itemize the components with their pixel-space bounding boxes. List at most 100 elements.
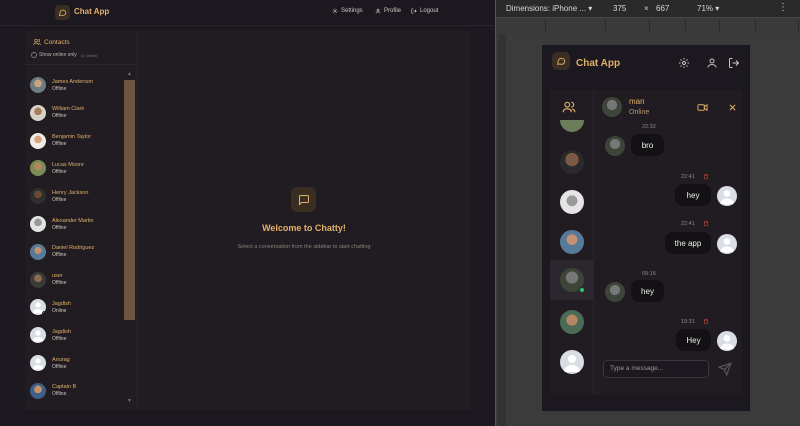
avatar <box>30 216 46 232</box>
users-icon <box>33 39 41 46</box>
message-time: 22:41 <box>681 221 695 227</box>
chat-partner-avatar[interactable] <box>602 97 622 117</box>
message-bubble[interactable]: the app <box>665 232 711 254</box>
online-indicator <box>579 287 585 293</box>
avatar <box>30 382 46 399</box>
avatar[interactable] <box>560 190 584 214</box>
contacts-header: Contacts <box>33 38 70 46</box>
send-icon[interactable] <box>718 362 732 376</box>
online-count: (1 online) <box>80 52 98 58</box>
contact-name: Captain B <box>52 384 77 391</box>
swap-dimensions-icon[interactable]: × <box>644 4 649 13</box>
avatar[interactable] <box>560 310 584 334</box>
contact-item[interactable]: Anurag Offline <box>29 351 123 375</box>
avatar <box>30 160 46 177</box>
top-navbar: Chat App Settings Profile Logout <box>0 0 493 26</box>
contact-name: Jagdish <box>52 328 71 335</box>
chat-container: Contacts Show online only (1 online) Jam… <box>25 30 471 410</box>
logout-icon <box>411 8 417 14</box>
profile-link[interactable]: Profile <box>375 8 401 14</box>
logout-label: Logout <box>420 8 439 14</box>
message-time: 09:16 <box>642 271 656 277</box>
chat-logo-icon[interactable] <box>55 5 70 20</box>
contact-status: Offline <box>52 196 67 203</box>
contact-item[interactable]: William Clark Offline <box>29 101 123 125</box>
contact-status: Offline <box>52 335 67 342</box>
avatar[interactable] <box>560 268 585 293</box>
video-call-icon[interactable] <box>696 102 709 113</box>
contact-item[interactable]: Benjamin Taylor Offline <box>29 129 123 153</box>
message-bubble[interactable]: Hey <box>676 329 711 351</box>
gear-icon[interactable] <box>678 57 690 69</box>
scroll-up-arrow-icon[interactable]: ▲ <box>127 71 132 77</box>
contact-item[interactable]: Lucas Moore Offline <box>29 156 123 180</box>
logout-button[interactable]: Logout <box>411 8 438 14</box>
contact-item[interactable]: Henry Jackson Offline <box>29 184 123 208</box>
online-only-toggle[interactable]: Show online only (1 online) <box>31 52 98 58</box>
message-time: 22:41 <box>681 174 695 180</box>
contact-name: user <box>52 273 63 280</box>
message-input[interactable]: Type a message... <box>603 360 709 378</box>
avatar <box>30 188 46 205</box>
contact-status: Offline <box>52 224 67 231</box>
trash-icon[interactable] <box>703 220 709 227</box>
contact-name: Jagdish <box>52 300 71 307</box>
message-time: 22:32 <box>642 124 656 130</box>
users-icon[interactable] <box>562 100 576 114</box>
contact-name: Henry Jackson <box>52 189 89 196</box>
message-bubble[interactable]: bro <box>631 134 664 156</box>
online-only-checkbox[interactable] <box>31 52 37 58</box>
message-bubble[interactable]: hey <box>631 280 664 302</box>
contact-status: Offline <box>52 168 67 175</box>
contacts-sidebar: Contacts Show online only (1 online) Jam… <box>25 30 138 410</box>
scroll-down-arrow-icon[interactable]: ▼ <box>127 398 132 404</box>
avatar <box>605 282 625 302</box>
dimensions-dropdown[interactable]: Dimensions: iPhone ... ▾ <box>506 4 592 13</box>
settings-link[interactable]: Settings <box>332 8 363 14</box>
contact-item[interactable]: Jagdish Offline <box>29 323 123 347</box>
contact-status: Offline <box>52 363 67 370</box>
avatar[interactable] <box>560 350 584 374</box>
message-bubble[interactable]: hey <box>675 184 711 206</box>
avatar <box>605 136 625 156</box>
chat-logo-icon[interactable] <box>552 52 570 70</box>
trash-icon[interactable] <box>703 173 709 180</box>
contacts-title: Contacts <box>44 38 70 46</box>
more-options-icon[interactable]: ⋮ <box>778 2 788 13</box>
user-icon <box>375 8 381 14</box>
contact-status: Offline <box>52 113 67 120</box>
contact-item[interactable]: Alexander Martin Offline <box>29 212 123 236</box>
contact-item[interactable]: Daniel Rodriguez Offline <box>29 240 123 264</box>
close-icon[interactable] <box>728 103 737 112</box>
online-only-label: Show online only <box>39 52 77 58</box>
contact-status: Online <box>52 307 67 314</box>
app-title[interactable]: Chat App <box>576 58 620 69</box>
contact-item[interactable]: Captain B Offline <box>29 379 123 403</box>
screen: Chat App Settings Profile Logout Contact… <box>0 0 800 426</box>
contact-name: Lucas Moore <box>52 161 84 168</box>
contact-item[interactable]: James Anderson Offline <box>29 73 123 97</box>
avatar <box>30 299 46 316</box>
chat-card: man Online 22:32 bro 22:41 hey 22:41 the… <box>550 90 742 395</box>
device-height-input[interactable]: 667 <box>656 4 669 13</box>
app-title[interactable]: Chat App <box>74 7 109 16</box>
contact-item[interactable]: Jagdish Online <box>29 295 123 319</box>
profile-label: Profile <box>384 8 402 14</box>
scrollbar-thumb[interactable] <box>124 80 135 320</box>
avatar <box>30 132 46 149</box>
zoom-dropdown[interactable]: 71% ▾ <box>697 4 719 13</box>
trash-icon[interactable] <box>703 318 709 325</box>
online-indicator <box>42 311 46 316</box>
gear-icon <box>332 8 338 14</box>
contact-name: William Clark <box>52 106 85 113</box>
avatar[interactable] <box>560 150 584 174</box>
avatar[interactable] <box>560 230 584 254</box>
device-width-input[interactable]: 375 <box>613 4 626 13</box>
user-icon[interactable] <box>706 57 718 69</box>
contact-name: James Anderson <box>52 78 93 85</box>
logout-icon[interactable] <box>728 57 740 69</box>
avatar <box>30 327 46 344</box>
welcome-chat-icon <box>291 187 316 212</box>
contact-item[interactable]: user Offline <box>29 268 123 292</box>
avatar[interactable] <box>560 120 584 132</box>
